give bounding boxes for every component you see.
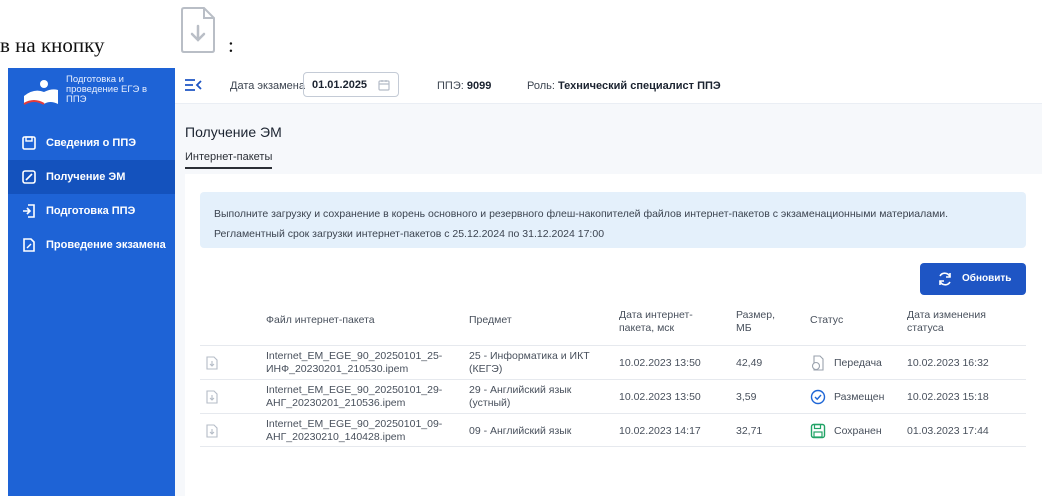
package-date: 10.02.2023 13:50 [619, 391, 701, 403]
sidebar-item-ppe-info[interactable]: Сведения о ППЭ [8, 126, 175, 160]
save-icon [810, 423, 826, 439]
sidebar-item-exam[interactable]: Проведение экзамена [8, 228, 175, 262]
check-circle-icon [810, 389, 826, 405]
brand-title: Подготовка и проведение ЕГЭ в ППЭ [66, 74, 148, 105]
tab-internet-packages[interactable]: Интернет-пакеты [185, 151, 273, 169]
table-row[interactable]: Internet_EM_EGE_90_20250101_29-АНГ_20230… [200, 379, 1026, 413]
main-content: Получение ЭМ Интернет-пакеты Выполните з… [175, 104, 1042, 496]
ppe-value: 9099 [466, 80, 492, 92]
column-header-changed: Дата изменения статуса [907, 309, 986, 334]
file-download-icon[interactable] [206, 424, 218, 438]
document-icon [23, 238, 35, 252]
size: 32,71 [736, 425, 763, 437]
column-header-file: Файл интернет-пакета [266, 314, 375, 326]
menu-collapse-icon[interactable] [184, 78, 202, 92]
info-line-2: Регламентный срок загрузки интернет-паке… [214, 228, 605, 240]
sidebar-item-ppe-prep[interactable]: Подготовка ППЭ [8, 194, 175, 228]
status-changed: 01.03.2023 17:44 [907, 425, 989, 437]
status-text: Сохранен [834, 425, 882, 437]
info-line-1: Выполните загрузку и сохранение в корень… [214, 208, 949, 220]
column-header-status: Статус [810, 314, 844, 326]
sidebar-item-label: Проведение экзамена [46, 239, 166, 251]
exam-date-label: Дата экзамена [230, 80, 305, 92]
edit-document-icon [22, 170, 36, 184]
role-value: Технический специалист ППЭ [558, 80, 721, 92]
ppe-label: ППЭ: [437, 80, 464, 92]
table-row[interactable]: Internet_EM_EGE_90_20250101_25-ИНФ_20230… [200, 345, 1026, 379]
brand[interactable]: Подготовка и проведение ЕГЭ в ППЭ [8, 68, 175, 126]
column-header-date: Дата интернет-пакета, мск [619, 309, 693, 334]
role-info: Роль: Технический специалист ППЭ [527, 80, 721, 92]
exam-date-input[interactable]: 01.01.2025 [303, 72, 399, 97]
info-banner: Выполните загрузку и сохранение в корень… [200, 192, 1026, 248]
status-changed: 10.02.2023 15:18 [907, 391, 989, 403]
sidebar-item-label: Получение ЭМ [46, 171, 126, 183]
file-download-icon [181, 7, 215, 53]
refresh-icon [939, 272, 951, 286]
file-name: Internet_EM_EGE_90_20250101_25-ИНФ_20230… [266, 350, 443, 375]
refresh-label: Обновить [962, 273, 1012, 284]
sidebar-item-label: Сведения о ППЭ [46, 137, 137, 149]
doc-text: в на кнопку [0, 33, 105, 57]
status-text: Размещен [834, 391, 885, 403]
sidebar-item-label: Подготовка ППЭ [46, 205, 136, 217]
file-download-icon[interactable] [206, 356, 218, 370]
top-bar: Дата экзамена 01.01.2025 ППЭ: 9099 Роль:… [175, 68, 1042, 104]
doc-colon: : [228, 33, 234, 57]
save-icon [22, 136, 36, 150]
sidebar: Подготовка и проведение ЕГЭ в ППЭ Сведен… [8, 68, 175, 496]
size: 42,49 [736, 357, 763, 369]
package-date: 10.02.2023 14:17 [619, 425, 701, 437]
calendar-icon[interactable] [378, 79, 390, 91]
login-icon [23, 204, 35, 218]
role-label: Роль: [527, 80, 555, 92]
file-name: Internet_EM_EGE_90_20250101_09-АНГ_20230… [266, 418, 443, 443]
sidebar-nav: Сведения о ППЭ Получение ЭМ Подготовка П… [8, 126, 175, 262]
subject: 29 - Английский язык (устный) [469, 384, 572, 409]
column-header-size: Размер, МБ [736, 309, 776, 334]
page-title: Получение ЭМ [185, 124, 282, 140]
ppe-info: ППЭ: 9099 [437, 80, 491, 92]
status-text: Передача [834, 357, 882, 369]
package-date: 10.02.2023 13:50 [619, 357, 701, 369]
logo-icon [23, 80, 58, 105]
status-changed: 10.02.2023 16:32 [907, 357, 989, 369]
transfer-icon [811, 355, 824, 371]
subject: 25 - Информатика и ИКТ (КЕГЭ) [469, 350, 590, 375]
subject: 09 - Английский язык [469, 425, 572, 437]
column-header-subject: Предмет [469, 314, 512, 326]
file-download-icon[interactable] [206, 390, 218, 404]
exam-date-value: 01.01.2025 [312, 79, 368, 91]
table-row[interactable]: Internet_EM_EGE_90_20250101_09-АНГ_20230… [200, 413, 1026, 447]
sidebar-item-receive-em[interactable]: Получение ЭМ [8, 160, 175, 194]
refresh-button[interactable]: Обновить [920, 263, 1026, 295]
size: 3,59 [736, 391, 757, 403]
packages-card: Выполните загрузку и сохранение в корень… [185, 174, 1042, 496]
file-name: Internet_EM_EGE_90_20250101_29-АНГ_20230… [266, 384, 443, 409]
